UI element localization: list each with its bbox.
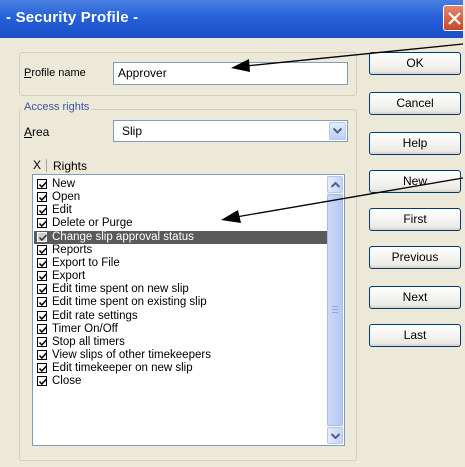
checkbox-checked-icon[interactable] <box>37 192 48 203</box>
checkbox-checked-icon[interactable] <box>37 271 48 282</box>
rights-list-item[interactable]: Edit time spent on existing slip <box>34 296 327 309</box>
checkbox-checked-icon[interactable] <box>37 363 48 374</box>
rights-list-item-label: New <box>52 178 76 190</box>
profile-name-label: Profile name <box>24 67 86 79</box>
rights-list-item-label: Export to File <box>52 256 120 269</box>
scroll-grip <box>332 309 338 310</box>
rights-list-item[interactable]: Stop all timers <box>34 336 327 349</box>
profile-name-input[interactable]: Approver <box>113 62 348 85</box>
rights-list-item[interactable]: Edit timekeeper on new slip <box>34 362 327 375</box>
area-label: Area <box>24 125 50 139</box>
rights-list-item-label: Edit time spent on new slip <box>52 283 189 296</box>
checkbox-checked-icon[interactable] <box>37 205 48 216</box>
last-button[interactable]: Last <box>369 324 461 347</box>
rights-list-item-label: Change slip approval status <box>52 230 194 243</box>
rights-list-item[interactable]: Reports <box>34 244 327 257</box>
rights-list-item-label: Export <box>52 270 86 283</box>
rights-list-item[interactable]: Edit time spent on new slip <box>34 283 327 296</box>
rights-list-scrollbar[interactable] <box>327 176 343 444</box>
checkbox-checked-icon[interactable] <box>37 349 48 360</box>
area-dropdown-button[interactable] <box>329 122 346 140</box>
rights-list-item[interactable]: Export to File <box>34 257 327 270</box>
security-profile-window: - Security Profile - Profile name Approv… <box>0 0 465 467</box>
rights-list-item-label: Close <box>52 375 82 388</box>
area-select-value: Slip <box>122 124 143 138</box>
rights-list-item[interactable]: Timer On/Off <box>34 323 327 336</box>
rights-list[interactable]: New Open Edit Delete or Purge Change slip ap… <box>32 174 345 446</box>
rights-list-item[interactable]: Close <box>34 375 327 388</box>
chevron-up-icon <box>331 182 340 188</box>
access-rights-group-label: Access rights <box>22 101 92 113</box>
rights-list-item-label: Edit rate settings <box>52 309 138 322</box>
rights-list-item[interactable]: Change slip approval status <box>34 230 327 244</box>
checkbox-checked-icon[interactable] <box>37 218 48 229</box>
new-button[interactable]: New <box>369 170 461 193</box>
help-button[interactable]: Help <box>369 132 461 155</box>
window-title: - Security Profile - <box>6 9 139 26</box>
close-button[interactable] <box>443 5 465 31</box>
rights-list-item-label: View slips of other timekeepers <box>52 348 211 361</box>
rights-list-item-label: Timer On/Off <box>52 322 118 335</box>
rights-list-item-label: Edit timekeeper on new slip <box>52 362 193 375</box>
previous-button[interactable]: Previous <box>369 246 461 269</box>
checkbox-checked-icon[interactable] <box>37 297 48 308</box>
checkbox-checked-icon[interactable] <box>37 284 48 295</box>
scroll-grip <box>332 306 338 307</box>
rights-list-item-label: Delete or Purge <box>52 217 133 230</box>
rights-list-item[interactable]: View slips of other timekeepers <box>34 349 327 362</box>
area-select[interactable]: Slip <box>113 120 348 142</box>
rights-list-item-label: Stop all timers <box>52 335 125 348</box>
checkbox-checked-icon[interactable] <box>37 244 48 255</box>
checkbox-checked-icon[interactable] <box>37 336 48 347</box>
rights-list-item[interactable]: Open <box>34 191 327 204</box>
chevron-down-icon <box>331 433 340 439</box>
header-check-column[interactable]: X <box>33 158 41 172</box>
header-rights-column[interactable]: Rights <box>53 159 87 173</box>
cancel-button[interactable]: Cancel <box>369 92 461 115</box>
rights-list-item[interactable]: Export <box>34 270 327 283</box>
rights-list-item[interactable]: Delete or Purge <box>34 217 327 230</box>
checkbox-checked-icon[interactable] <box>37 376 48 387</box>
header-divider <box>46 159 47 172</box>
ok-button[interactable]: OK <box>369 52 461 75</box>
checkbox-checked-icon[interactable] <box>37 179 48 189</box>
checkbox-checked-icon[interactable] <box>37 231 48 242</box>
scroll-down-button[interactable] <box>327 427 343 444</box>
scroll-grip <box>332 312 338 313</box>
rights-list-header: X Rights <box>32 157 345 174</box>
checkbox-checked-icon[interactable] <box>37 323 48 334</box>
first-button[interactable]: First <box>369 208 461 231</box>
next-button[interactable]: Next <box>369 286 461 309</box>
rights-list-item-label: Open <box>52 191 81 204</box>
rights-list-item-label: Edit <box>52 204 72 217</box>
rights-list-item-label: Edit time spent on existing slip <box>52 296 207 309</box>
scroll-up-button[interactable] <box>327 176 343 193</box>
title-bar[interactable]: - Security Profile - <box>0 0 465 38</box>
rights-list-item[interactable]: Edit rate settings <box>34 310 327 323</box>
checkbox-checked-icon[interactable] <box>37 310 48 321</box>
checkbox-checked-icon[interactable] <box>37 257 48 268</box>
scroll-thumb[interactable] <box>327 194 343 426</box>
chevron-down-icon <box>333 128 342 134</box>
rights-list-item-label: Reports <box>52 243 93 256</box>
close-icon <box>448 12 461 25</box>
rights-list-item[interactable]: New <box>34 178 327 191</box>
rights-list-item[interactable]: Edit <box>34 204 327 217</box>
